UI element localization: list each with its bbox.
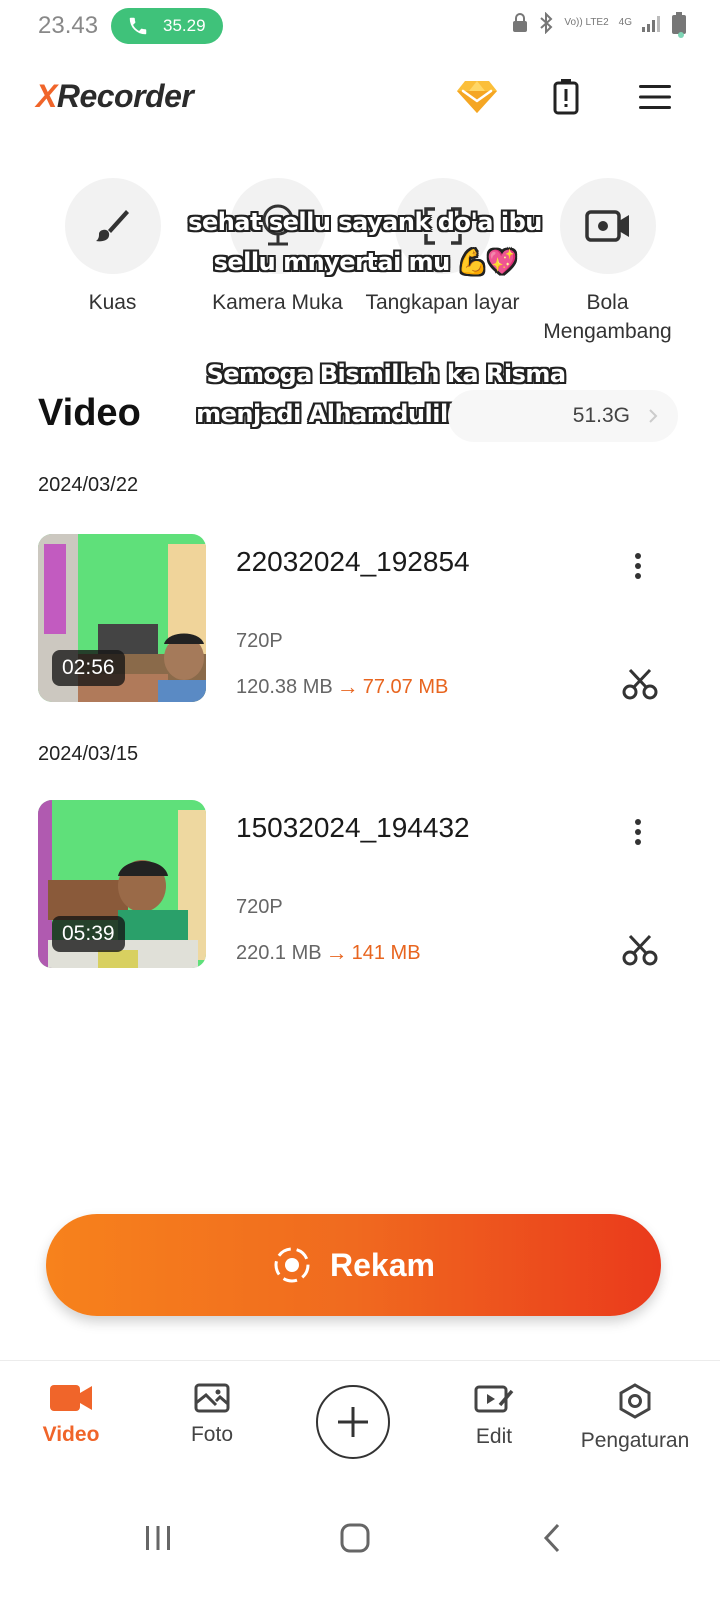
nav-label: Foto (190, 1423, 234, 1446)
floating-ball-icon (584, 210, 629, 242)
trim-button[interactable] (618, 662, 662, 706)
video-title: 15032024_194432 (236, 812, 470, 843)
tool-label: Tangkapan layar (365, 291, 520, 314)
recent-apps-icon (146, 1526, 170, 1550)
home-button[interactable] (325, 1508, 385, 1568)
record-button[interactable]: Rekam (46, 1214, 661, 1316)
back-button[interactable] (522, 1508, 582, 1568)
compressed-size: 77.07 MB (362, 675, 449, 698)
more-vert-icon (635, 553, 641, 579)
video-size: 220.1 MB → 141 MB (236, 940, 421, 966)
call-timer: 35.29 (163, 16, 206, 35)
nav-foto[interactable]: Foto (142, 1383, 282, 1447)
brush-icon (95, 210, 129, 242)
video-camera-icon (50, 1385, 92, 1411)
back-chevron-icon (543, 1523, 560, 1553)
more-options-button[interactable] (618, 546, 658, 586)
app-logo: XRecorder (36, 78, 194, 114)
ongoing-call-chip[interactable]: 35.29 (111, 8, 223, 44)
storage-indicator[interactable]: 51.3G (448, 390, 678, 442)
video-edit-icon (474, 1385, 514, 1413)
tool-brush[interactable]: Kuas (30, 178, 195, 346)
record-label: Rekam (330, 1246, 435, 1283)
status-bar: 23.43 35.29 Vo)) LTE2 4G (0, 0, 720, 52)
overlay-caption: sehat sellu sayank do'a ibu sellu mnyert… (188, 208, 542, 276)
nav-label: Edit (475, 1425, 513, 1448)
video-thumbnail[interactable]: 05:39 (38, 800, 206, 968)
recent-apps-button[interactable] (128, 1508, 188, 1568)
premium-button[interactable] (454, 74, 500, 120)
video-item[interactable]: 02:56 22032024_192854 720P 120.38 MB → 7… (38, 534, 678, 704)
hamburger-menu-icon (639, 85, 671, 109)
tool-label: Bola Mengambang (543, 291, 672, 343)
nav-video[interactable]: Video (1, 1383, 141, 1447)
status-icons: Vo)) LTE2 4G (512, 12, 686, 34)
system-navigation-bar (0, 1484, 720, 1600)
date-header: 2024/03/22 (38, 474, 139, 496)
video-resolution: 720P (236, 896, 283, 918)
section-title: Video (38, 392, 141, 434)
diamond-icon (457, 81, 497, 113)
video-size: 120.38 MB → 77.07 MB (236, 674, 448, 700)
video-title: 22032024_192854 (236, 546, 470, 577)
app-bar: XRecorder (0, 60, 720, 132)
add-button[interactable] (316, 1385, 390, 1459)
privacy-dot (678, 32, 684, 38)
bottom-navigation: Video Foto Edit Pengaturan (0, 1360, 720, 1484)
record-icon (274, 1247, 310, 1283)
trim-button[interactable] (618, 928, 662, 972)
nav-pengaturan[interactable]: Pengaturan (565, 1383, 705, 1453)
scissors-icon (622, 934, 658, 966)
battery-alert-button[interactable] (543, 74, 589, 120)
video-thumbnail[interactable]: 02:56 (38, 534, 206, 702)
nav-edit[interactable]: Edit (424, 1383, 564, 1449)
plus-icon (338, 1407, 368, 1437)
status-time: 23.43 (38, 12, 99, 39)
nav-label: Video (42, 1423, 100, 1446)
scissors-icon (622, 668, 658, 700)
phone-icon (129, 17, 147, 35)
compressed-size: 141 MB (351, 941, 421, 964)
battery-alert-icon (553, 79, 579, 115)
network-type-indicator: 4G (618, 17, 632, 28)
menu-button[interactable] (632, 74, 678, 120)
signal-icon (642, 16, 660, 32)
battery-icon (672, 12, 686, 34)
photo-icon (194, 1383, 230, 1413)
video-resolution: 720P (236, 630, 283, 652)
bluetooth-icon (540, 12, 553, 34)
arrow-right-icon: → (325, 940, 348, 965)
tool-label: Kuas (88, 291, 137, 314)
nav-label: Pengaturan (580, 1429, 690, 1452)
settings-icon (619, 1383, 651, 1419)
date-header: 2024/03/15 (38, 743, 139, 765)
original-size: 220.1 MB (236, 941, 322, 964)
chevron-right-icon (649, 409, 658, 423)
volte-indicator: Vo)) LTE2 (564, 17, 609, 28)
video-duration: 02:56 (52, 650, 125, 686)
storage-value: 51.3G (572, 404, 630, 427)
lock-icon (513, 13, 528, 32)
tool-floating-ball[interactable]: Bola Mengambang (525, 178, 690, 346)
original-size: 120.38 MB (236, 675, 333, 698)
video-item[interactable]: 05:39 15032024_194432 720P 220.1 MB → 14… (38, 800, 678, 970)
tool-label: Kamera Muka (212, 291, 343, 314)
video-duration: 05:39 (52, 916, 125, 952)
arrow-right-icon: → (336, 674, 359, 699)
more-vert-icon (635, 819, 641, 845)
home-icon (340, 1523, 370, 1553)
more-options-button[interactable] (618, 812, 658, 852)
